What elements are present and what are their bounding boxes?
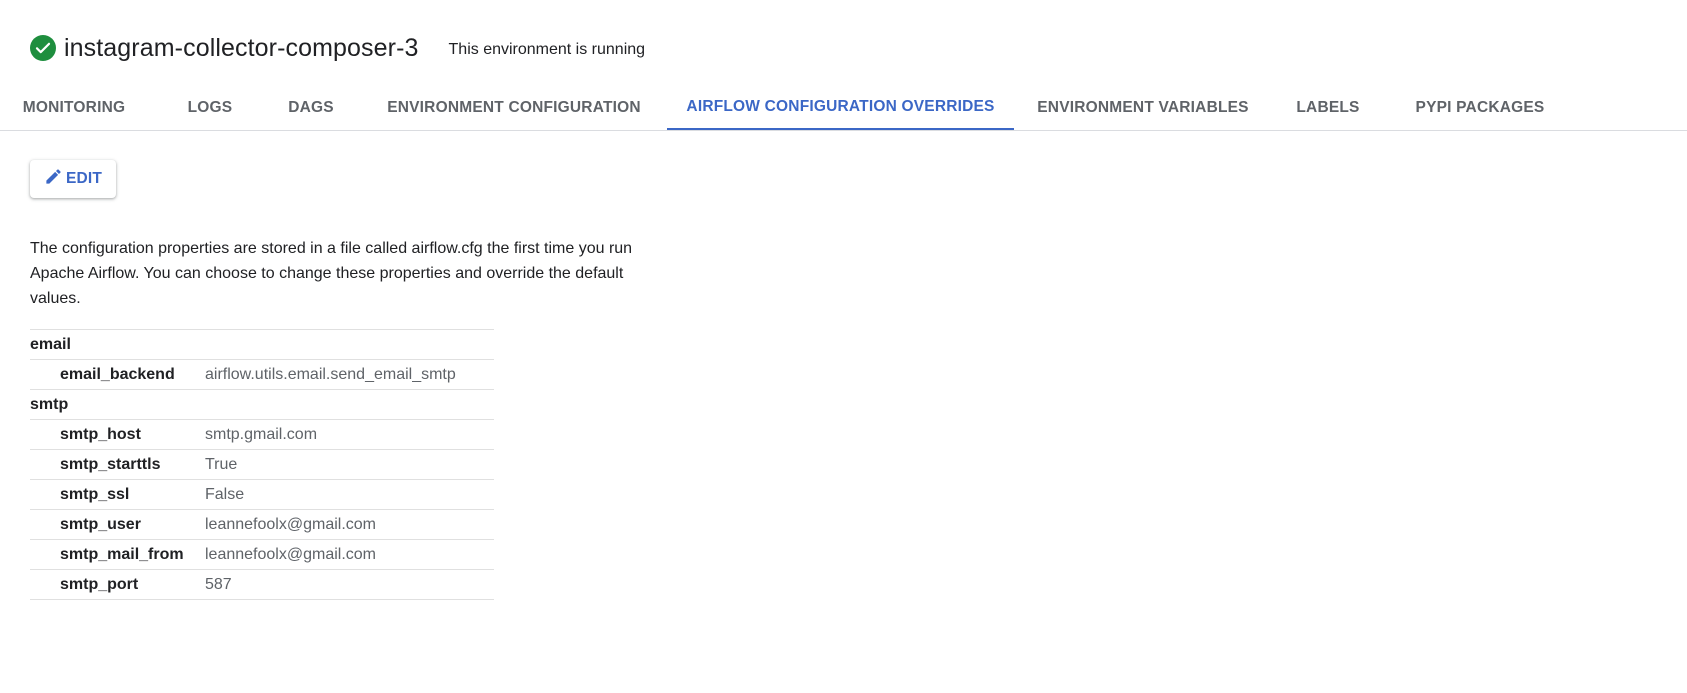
config-row: smtp_user leannefoolx@gmail.com: [30, 509, 494, 539]
tab-environment-variables[interactable]: ENVIRONMENT VARIABLES: [1030, 86, 1256, 129]
tab-pypi-packages[interactable]: PYPI PACKAGES: [1400, 86, 1560, 129]
section-name: smtp: [30, 395, 69, 413]
section-name: email: [30, 335, 71, 353]
config-value: False: [205, 485, 245, 503]
config-row: smtp_starttls True: [30, 449, 494, 479]
config-row: email_backend airflow.utils.email.send_e…: [30, 359, 494, 389]
config-key: smtp_host: [60, 425, 141, 443]
edit-button-label: EDIT: [65, 170, 103, 187]
config-key: email_backend: [60, 365, 175, 383]
config-row: smtp_ssl False: [30, 479, 494, 509]
config-key: smtp_mail_from: [60, 545, 184, 563]
tab-bar: MONITORING LOGS DAGS ENVIRONMENT CONFIGU…: [0, 86, 1687, 131]
config-row: smtp_port 587: [30, 569, 494, 600]
tab-logs[interactable]: LOGS: [178, 86, 242, 129]
config-key: smtp_port: [60, 575, 139, 593]
config-value: leannefoolx@gmail.com: [205, 515, 376, 533]
tab-airflow-configuration-overrides[interactable]: AIRFLOW CONFIGURATION OVERRIDES: [667, 86, 1014, 130]
tab-monitoring[interactable]: MONITORING: [0, 86, 148, 129]
config-key: smtp_starttls: [60, 455, 161, 473]
environment-header: instagram-collector-composer-3 This envi…: [30, 28, 645, 68]
pencil-icon: [44, 167, 63, 191]
tab-environment-configuration[interactable]: ENVIRONMENT CONFIGURATION: [379, 86, 649, 129]
description-text: The configuration properties are stored …: [30, 240, 633, 307]
config-value: 587: [205, 575, 232, 593]
tab-dags[interactable]: DAGS: [273, 86, 349, 129]
environment-status-text: This environment is running: [448, 41, 646, 58]
config-value: leannefoolx@gmail.com: [205, 545, 376, 563]
section-email: email: [30, 329, 494, 359]
config-key: smtp_user: [60, 515, 141, 533]
section-smtp: smtp: [30, 389, 494, 419]
config-value: airflow.utils.email.send_email_smtp: [205, 365, 456, 383]
config-value: smtp.gmail.com: [205, 425, 318, 443]
tab-labels[interactable]: LABELS: [1286, 86, 1370, 129]
config-value: True: [205, 455, 238, 473]
edit-button[interactable]: EDIT: [30, 160, 116, 198]
check-circle-icon: [30, 35, 56, 61]
config-key: smtp_ssl: [60, 485, 130, 503]
config-row: smtp_mail_from leannefoolx@gmail.com: [30, 539, 494, 569]
page-title: instagram-collector-composer-3: [64, 33, 419, 62]
config-row: smtp_host smtp.gmail.com: [30, 419, 494, 449]
config-overrides-table: email email_backend airflow.utils.email.…: [30, 329, 494, 600]
